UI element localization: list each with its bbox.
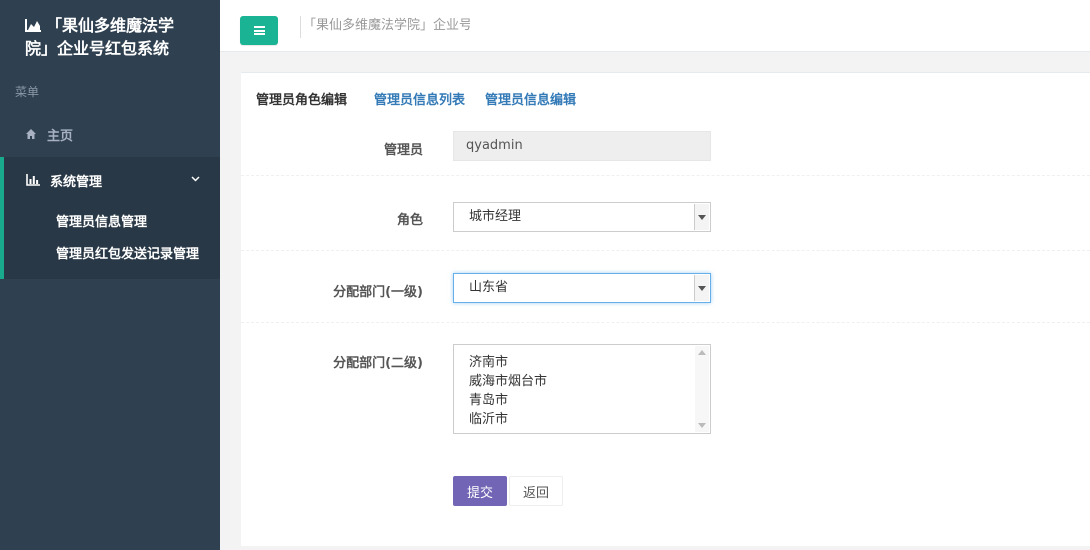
dept2-option[interactable]: 济南市 bbox=[469, 353, 695, 372]
sidebar-item-system[interactable]: 系统管理 bbox=[4, 157, 220, 203]
menu-caption: 菜单 bbox=[15, 85, 40, 99]
tab-admin-list[interactable]: 管理员信息列表 bbox=[374, 89, 465, 108]
hamburger-icon bbox=[253, 25, 265, 37]
sidebar-subitem-admin-info[interactable]: 管理员信息管理 bbox=[56, 211, 147, 230]
form-row-admin: 管理员 qyadmin bbox=[241, 117, 1090, 176]
sidebar-item-home[interactable]: 主页 bbox=[0, 112, 220, 156]
brand-line-2: 院」企业号红包系统 bbox=[25, 39, 170, 58]
app-brand[interactable]: 「果仙多维魔法学 院」企业号红包系统 bbox=[25, 14, 215, 60]
role-select-value: 城市经理 bbox=[469, 209, 522, 224]
sidebar-subitem-redpacket-records[interactable]: 管理员红包发送记录管理 bbox=[56, 243, 199, 262]
chevron-down-icon bbox=[191, 176, 200, 182]
submit-button[interactable]: 提交 bbox=[453, 476, 507, 506]
chevron-down-icon bbox=[694, 275, 709, 301]
tab-admin-edit[interactable]: 管理员信息编辑 bbox=[485, 89, 576, 108]
form-row-dept2: 分配部门(二级) 济南市 威海市烟台市 青岛市 临沂市 bbox=[241, 323, 1090, 463]
admin-label: 管理员 bbox=[383, 143, 423, 158]
dept1-select[interactable]: 山东省 bbox=[453, 273, 711, 303]
menu-toggle-button[interactable] bbox=[240, 16, 278, 45]
dept2-option[interactable]: 青岛市 bbox=[469, 391, 695, 410]
dept2-label: 分配部门(二级) bbox=[333, 356, 423, 371]
form-row-role: 角色 城市经理 bbox=[241, 176, 1090, 251]
chevron-down-icon bbox=[694, 204, 709, 230]
content-panel: 管理员角色编辑 管理员信息列表 管理员信息编辑 管理员 qyadmin 角色 城… bbox=[241, 72, 1090, 546]
page-tab[interactable]: 「果仙多维魔法学院」企业号 bbox=[300, 16, 470, 38]
bar-chart-icon bbox=[26, 174, 40, 186]
dept2-option[interactable]: 临沂市 bbox=[469, 410, 695, 429]
listbox-scrollbar[interactable] bbox=[695, 346, 709, 432]
sidebar-item-home-label: 主页 bbox=[47, 128, 74, 144]
admin-field: qyadmin bbox=[453, 131, 711, 161]
scroll-up-icon bbox=[698, 350, 706, 355]
role-select[interactable]: 城市经理 bbox=[453, 202, 711, 232]
area-chart-icon bbox=[25, 19, 41, 32]
brand-line-1: 「果仙多维魔法学 bbox=[46, 16, 175, 35]
dept2-multiselect[interactable]: 济南市 威海市烟台市 青岛市 临沂市 bbox=[453, 344, 711, 434]
dept1-select-value: 山东省 bbox=[469, 280, 509, 295]
tab-bar: 管理员角色编辑 管理员信息列表 管理员信息编辑 bbox=[241, 73, 1090, 117]
form-row-dept1: 分配部门(一级) 山东省 bbox=[241, 251, 1090, 323]
sidebar-item-system-label: 系统管理 bbox=[50, 174, 103, 190]
dept1-label: 分配部门(一级) bbox=[333, 285, 423, 300]
topbar: 「果仙多维魔法学院」企业号 bbox=[220, 0, 1090, 52]
dept2-option[interactable]: 威海市烟台市 bbox=[469, 372, 695, 391]
sidebar-group-system: 系统管理 管理员信息管理 管理员红包发送记录管理 bbox=[0, 157, 220, 279]
home-icon bbox=[26, 129, 36, 139]
scroll-down-icon bbox=[698, 423, 706, 428]
tab-role-edit[interactable]: 管理员角色编辑 bbox=[256, 89, 347, 108]
role-label: 角色 bbox=[396, 213, 423, 228]
back-button[interactable]: 返回 bbox=[509, 476, 563, 506]
sidebar: 「果仙多维魔法学 院」企业号红包系统 菜单 主页 系统管理 管理员信息管理 管理… bbox=[0, 0, 220, 550]
